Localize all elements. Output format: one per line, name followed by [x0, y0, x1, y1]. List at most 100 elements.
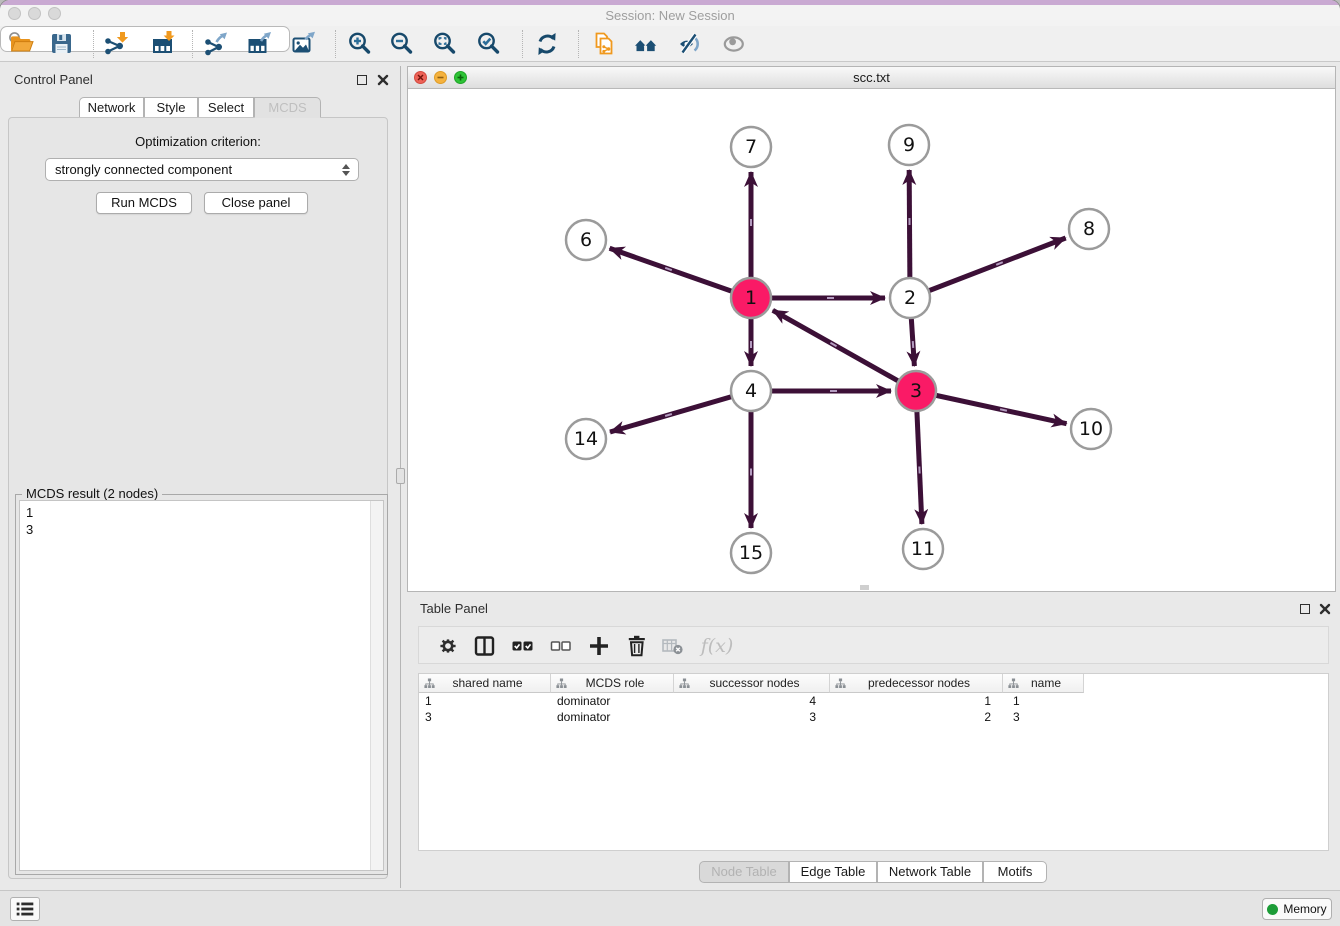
column-header-label: predecessor nodes [846, 676, 1002, 690]
show-graphics-details-button[interactable] [674, 28, 706, 60]
column-header-predecessor-nodes[interactable]: predecessor nodes [830, 674, 1003, 693]
window-title: Session: New Session [0, 5, 1340, 26]
table-cell[interactable]: 1 [1003, 693, 1084, 709]
import-network-button[interactable] [100, 28, 132, 60]
reset-view-button[interactable] [630, 28, 662, 60]
unselect-all-button[interactable] [545, 630, 577, 662]
table-tabs: Node Table Edge Table Network Table Moti… [407, 861, 1340, 883]
graphics-details-icon [676, 30, 704, 58]
float-panel-icon[interactable] [357, 75, 367, 85]
table-cell[interactable]: 3 [419, 709, 551, 725]
column-header-shared-name[interactable]: shared name [419, 674, 551, 693]
zoom-in-button[interactable] [344, 28, 376, 60]
graph-node-label: 10 [1079, 418, 1103, 440]
toolbar-separator [522, 30, 524, 58]
tab-edge-table[interactable]: Edge Table [789, 861, 877, 883]
table-cell[interactable]: 3 [1003, 709, 1084, 725]
tab-node-table[interactable]: Node Table [699, 861, 789, 883]
table-row[interactable]: 3dominator323 [419, 709, 1328, 725]
tab-style[interactable]: Style [144, 97, 198, 118]
float-table-panel-icon[interactable] [1300, 604, 1310, 614]
canvas-scrollbar-thumb[interactable] [860, 585, 869, 590]
toolbar-separator [192, 30, 194, 58]
column-type-icon [424, 678, 435, 689]
column-header-name[interactable]: name [1003, 674, 1084, 693]
criterion-dropdown[interactable]: strongly connected component [45, 158, 359, 181]
column-header-label: shared name [435, 676, 550, 690]
column-type-icon [835, 678, 846, 689]
function-builder-button[interactable]: f(x) [695, 630, 739, 662]
export-network-button[interactable] [200, 28, 232, 60]
table-cell[interactable]: 1 [419, 693, 551, 709]
table-cell[interactable]: 2 [830, 709, 1003, 725]
zoom-fit-button[interactable] [429, 28, 461, 60]
tab-mcds[interactable]: MCDS [254, 97, 321, 118]
table-cell[interactable]: 4 [674, 693, 830, 709]
graph-edge-3-10[interactable] [916, 391, 1067, 424]
control-panel-title: Control Panel [14, 72, 93, 87]
delete-table-button[interactable] [657, 630, 689, 662]
export-image-button[interactable] [288, 28, 320, 60]
open-session-button[interactable] [6, 28, 38, 60]
run-mcds-button[interactable]: Run MCDS [96, 192, 192, 214]
export-table-icon [246, 30, 274, 58]
refresh-layout-button[interactable] [531, 28, 563, 60]
memory-button[interactable]: Memory [1262, 898, 1332, 920]
table-panel: Table Panel [407, 595, 1340, 888]
tab-network[interactable]: Network [79, 97, 144, 118]
add-row-button[interactable] [583, 630, 615, 662]
column-header-MCDS-role[interactable]: MCDS role [551, 674, 674, 693]
close-panel-icon[interactable] [376, 73, 390, 87]
network-graph[interactable]: 7968124314101511 [408, 89, 1335, 591]
refresh-icon [533, 30, 561, 58]
node-table[interactable]: shared name MCDS role successor nodes pr… [418, 673, 1329, 851]
column-header-successor-nodes[interactable]: successor nodes [674, 674, 830, 693]
select-all-button[interactable] [507, 630, 539, 662]
graph-node-label: 1 [745, 287, 757, 309]
select-all-icon [510, 633, 536, 659]
zoom-out-button[interactable] [386, 28, 418, 60]
column-type-icon [1008, 678, 1019, 689]
table-row[interactable]: 1dominator411 [419, 693, 1328, 709]
tab-motifs[interactable]: Motifs [983, 861, 1047, 883]
show-column-button[interactable] [469, 630, 501, 662]
graph-node-label: 14 [574, 428, 598, 450]
zoom-out-icon [388, 30, 416, 58]
graph-node-label: 7 [745, 136, 757, 158]
network-titlebar[interactable]: scc.txt [408, 67, 1335, 89]
mcds-result-title: MCDS result (2 nodes) [22, 486, 162, 501]
panel-divider-handle[interactable] [396, 468, 405, 484]
table-cell[interactable]: dominator [551, 693, 674, 709]
toggle-details-button[interactable] [718, 28, 750, 60]
task-history-button[interactable] [10, 897, 40, 921]
mcds-result-area[interactable]: 1 3 [19, 500, 384, 871]
graph-edge-3-1[interactable] [773, 310, 916, 391]
export-table-button[interactable] [244, 28, 276, 60]
save-session-button[interactable] [46, 28, 78, 60]
column-header-label: MCDS role [567, 676, 673, 690]
tab-network-table[interactable]: Network Table [877, 861, 983, 883]
graph-edge-2-8[interactable] [910, 238, 1066, 298]
control-panel: Control Panel Network Style Select MCDS … [6, 66, 394, 880]
zoom-selected-button[interactable] [473, 28, 505, 60]
graph-node-label: 11 [911, 538, 935, 560]
result-scrollbar[interactable] [370, 501, 383, 870]
new-network-from-selection-button[interactable] [588, 28, 620, 60]
network-title: scc.txt [408, 67, 1335, 88]
table-cell[interactable]: dominator [551, 709, 674, 725]
close-panel-button[interactable]: Close panel [204, 192, 308, 214]
table-cell[interactable]: 3 [674, 709, 830, 725]
network-canvas[interactable]: 7968124314101511 [408, 89, 1335, 591]
table-settings-button[interactable] [433, 630, 465, 662]
app-window: Session: New Session [0, 0, 1340, 926]
table-cell[interactable]: 1 [830, 693, 1003, 709]
graph-edge-1-6[interactable] [610, 248, 751, 298]
export-network-icon [202, 30, 230, 58]
import-table-button[interactable] [148, 28, 180, 60]
close-table-panel-icon[interactable] [1318, 602, 1332, 616]
graph-node-label: 15 [739, 542, 763, 564]
criterion-value: strongly connected component [46, 162, 338, 177]
delete-row-button[interactable] [621, 630, 653, 662]
graph-edge-4-14[interactable] [610, 391, 751, 432]
tab-select[interactable]: Select [198, 97, 254, 118]
